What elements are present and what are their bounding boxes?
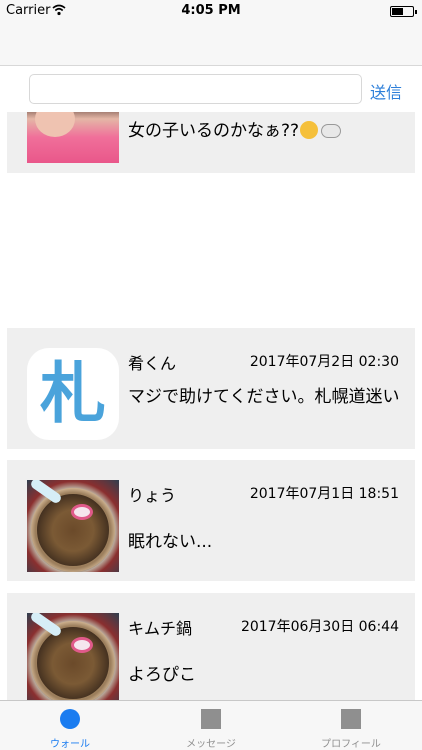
avatar[interactable]: 札 [27, 348, 119, 440]
avatar[interactable] [27, 613, 119, 705]
send-button[interactable]: 送信 [370, 79, 402, 103]
square-icon [201, 709, 221, 729]
thinking-face-icon [300, 121, 319, 139]
message-input[interactable] [29, 74, 362, 104]
post-timestamp: 2017年07月1日 18:51 [249, 486, 399, 502]
navigation-bar [0, 22, 422, 66]
post-card[interactable]: りょう 2017年07月1日 18:51 眠れない... [7, 460, 415, 581]
post-author: 肴くん [128, 354, 177, 373]
battery-icon [390, 6, 417, 17]
status-time: 4:05 PM [181, 3, 241, 18]
post-card[interactable]: 女の子いるのかなぁ?? [7, 112, 415, 173]
post-author: りょう [128, 486, 177, 505]
tab-profile[interactable]: プロフィール [281, 701, 421, 750]
square-icon [341, 709, 361, 729]
post-message: 女の子いるのかなぁ?? [128, 120, 403, 142]
tab-label: ウォール [50, 739, 90, 750]
post-author: キムチ鍋 [128, 619, 193, 638]
status-bar: Carrier 4:05 PM [0, 0, 422, 22]
avatar[interactable] [27, 112, 119, 163]
sapporo-app-icon: 札 [40, 355, 106, 432]
post-timestamp: 2017年07月2日 02:30 [249, 354, 399, 370]
post-timestamp: 2017年06月30日 06:44 [240, 619, 399, 635]
post-message: マジで助けてください。札幌道迷い [128, 387, 400, 407]
post-card[interactable]: キムチ鍋 2017年06月30日 06:44 よろぴこ [7, 593, 415, 714]
tab-label: プロフィール [321, 739, 381, 750]
tab-label: メッセージ [186, 739, 236, 750]
post-message: よろぴこ [128, 665, 196, 685]
tab-wall[interactable]: ウォール [0, 701, 140, 750]
tab-bar: ウォール メッセージ プロフィール [0, 700, 422, 750]
thought-balloon-icon [321, 124, 342, 138]
circle-icon [60, 709, 80, 729]
post-message: 眠れない... [128, 532, 213, 552]
tab-messages[interactable]: メッセージ [141, 701, 281, 750]
compose-bar: 送信 [0, 66, 422, 112]
post-card[interactable]: 札 肴くん 2017年07月2日 02:30 マジで助けてください。札幌道迷い [7, 328, 415, 449]
avatar[interactable] [27, 480, 119, 572]
